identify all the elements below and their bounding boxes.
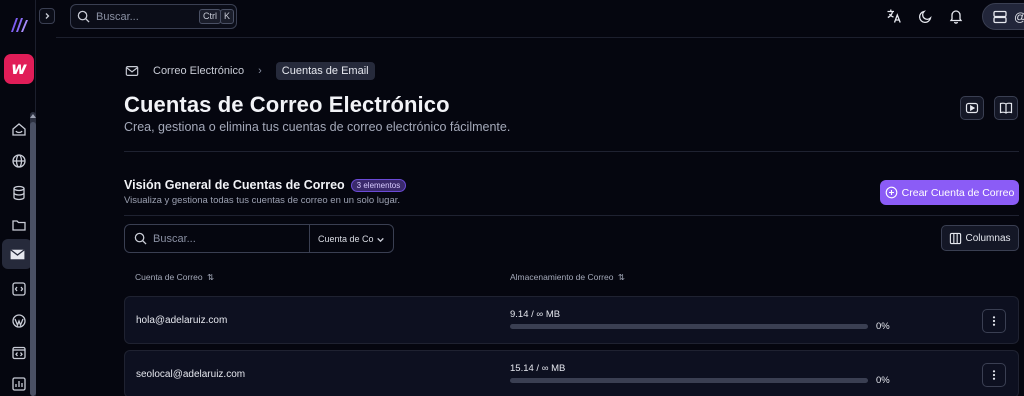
- sidebar-item-web[interactable]: [6, 340, 32, 366]
- sidebar-scrollbar-thumb[interactable]: [30, 122, 36, 396]
- globe-icon: [12, 154, 26, 168]
- sidebar-item-home[interactable]: [6, 116, 32, 142]
- row-actions-button[interactable]: [982, 309, 1006, 333]
- column-header-account-label: Cuenta de Correo: [135, 272, 203, 282]
- sort-icon: ⇅: [617, 272, 625, 282]
- theme-toggle-button[interactable]: [918, 8, 934, 24]
- video-icon: [965, 102, 979, 114]
- app-logo-label: w: [11, 59, 27, 79]
- notifications-button[interactable]: [948, 8, 964, 24]
- more-vertical-icon: [992, 316, 996, 326]
- chart-icon: [12, 377, 26, 391]
- sidebar-toggle-button[interactable]: [39, 8, 55, 24]
- user-menu-button[interactable]: @: [982, 3, 1024, 30]
- count-badge: 3 elementos: [350, 178, 407, 192]
- translate-button[interactable]: [886, 8, 902, 24]
- global-search-placeholder: Buscar...: [96, 10, 139, 23]
- app-logo-icon[interactable]: w: [4, 54, 34, 84]
- storage-percent: 0%: [876, 375, 890, 386]
- create-email-account-label: Crear Cuenta de Correo: [901, 186, 1015, 199]
- table-row[interactable]: hola@adelaruiz.com 9.14 / ∞ MB 0%: [124, 296, 1019, 344]
- sidebar: w: [0, 0, 36, 396]
- shortcut-key-ctrl: Ctrl: [199, 9, 221, 24]
- create-email-account-button[interactable]: Crear Cuenta de Correo: [880, 180, 1019, 205]
- columns-button[interactable]: Columnas: [941, 225, 1019, 251]
- search-icon: [77, 10, 90, 23]
- chevron-down-icon: [377, 237, 384, 243]
- storage-progress-bar: [510, 324, 868, 329]
- wordpress-icon: [12, 314, 26, 328]
- sidebar-item-domains[interactable]: [6, 148, 32, 174]
- section-title-text: Visión General de Cuentas de Correo: [124, 178, 345, 192]
- accounts-search-placeholder: Buscar...: [153, 232, 196, 245]
- column-header-storage-label: Almacenamiento de Correo: [510, 272, 614, 282]
- shortcut-key-k: K: [220, 9, 235, 24]
- home-icon: [12, 123, 26, 136]
- section-divider: [124, 215, 1019, 216]
- code-icon: [12, 282, 26, 296]
- accounts-search[interactable]: Buscar... Cuenta de Co: [124, 224, 394, 253]
- video-tutorial-button[interactable]: [960, 96, 984, 120]
- storage-usage: 15.14 / ∞ MB: [510, 363, 566, 374]
- top-bar: Buscar... Ctrl K @: [56, 0, 1024, 38]
- chevron-right-icon: [45, 13, 50, 19]
- search-field-select[interactable]: Cuenta de Co: [309, 225, 394, 252]
- folder-icon: [12, 220, 26, 231]
- breadcrumb: Correo Electrónico › Cuentas de Email: [125, 62, 375, 80]
- plus-circle-icon: [885, 186, 898, 199]
- table-row[interactable]: seolocal@adelaruiz.com 15.14 / ∞ MB 0%: [124, 350, 1019, 396]
- brand-logo-icon[interactable]: [9, 14, 29, 39]
- translate-icon: [887, 9, 901, 23]
- page-title: Cuentas de Correo Electrónico: [124, 92, 450, 117]
- page-subtitle: Crea, gestiona o elimina tus cuentas de …: [124, 120, 511, 134]
- book-icon: [999, 102, 1013, 114]
- storage-percent: 0%: [876, 321, 890, 332]
- sidebar-item-email[interactable]: [2, 239, 32, 269]
- more-vertical-icon: [992, 370, 996, 380]
- mail-icon: [9, 248, 25, 259]
- column-header-account[interactable]: Cuenta de Correo ⇅: [135, 272, 214, 283]
- storage-progress-bar: [510, 378, 868, 383]
- breadcrumb-parent[interactable]: Correo Electrónico: [153, 65, 244, 77]
- server-icon: [993, 10, 1007, 23]
- scroll-up-arrow-icon[interactable]: [30, 113, 36, 119]
- header-divider: [124, 151, 1019, 152]
- mail-icon: [125, 66, 139, 76]
- sidebar-item-databases[interactable]: [6, 180, 32, 206]
- columns-icon: [950, 232, 962, 244]
- bell-icon: [949, 10, 963, 24]
- browser-code-icon: [12, 346, 26, 360]
- moon-icon: [918, 10, 932, 24]
- documentation-button[interactable]: [994, 96, 1018, 120]
- breadcrumb-separator-icon: ›: [258, 65, 262, 77]
- section-title: Visión General de Cuentas de Correo 3 el…: [124, 178, 407, 192]
- sidebar-item-files[interactable]: [6, 212, 32, 238]
- email-address[interactable]: hola@adelaruiz.com: [136, 315, 227, 326]
- section-subtitle: Visualiza y gestiona todas tus cuentas d…: [124, 195, 401, 206]
- search-field-select-value: Cuenta de Co: [318, 233, 374, 244]
- search-icon: [134, 232, 147, 245]
- sidebar-item-wordpress[interactable]: [6, 308, 32, 334]
- columns-button-label: Columnas: [965, 232, 1011, 244]
- sidebar-scrollbar[interactable]: [30, 112, 36, 396]
- email-address[interactable]: seolocal@adelaruiz.com: [136, 369, 245, 380]
- sidebar-item-stats[interactable]: [6, 371, 32, 396]
- user-initial: @: [1014, 10, 1024, 24]
- storage-usage: 9.14 / ∞ MB: [510, 309, 561, 320]
- column-header-storage[interactable]: Almacenamiento de Correo ⇅: [510, 272, 625, 283]
- sort-icon: ⇅: [206, 272, 215, 282]
- database-icon: [13, 185, 25, 201]
- breadcrumb-current: Cuentas de Email: [275, 62, 375, 80]
- global-search-input[interactable]: Buscar... Ctrl K: [70, 4, 237, 29]
- sidebar-item-code[interactable]: [6, 276, 32, 302]
- row-actions-button[interactable]: [982, 363, 1006, 387]
